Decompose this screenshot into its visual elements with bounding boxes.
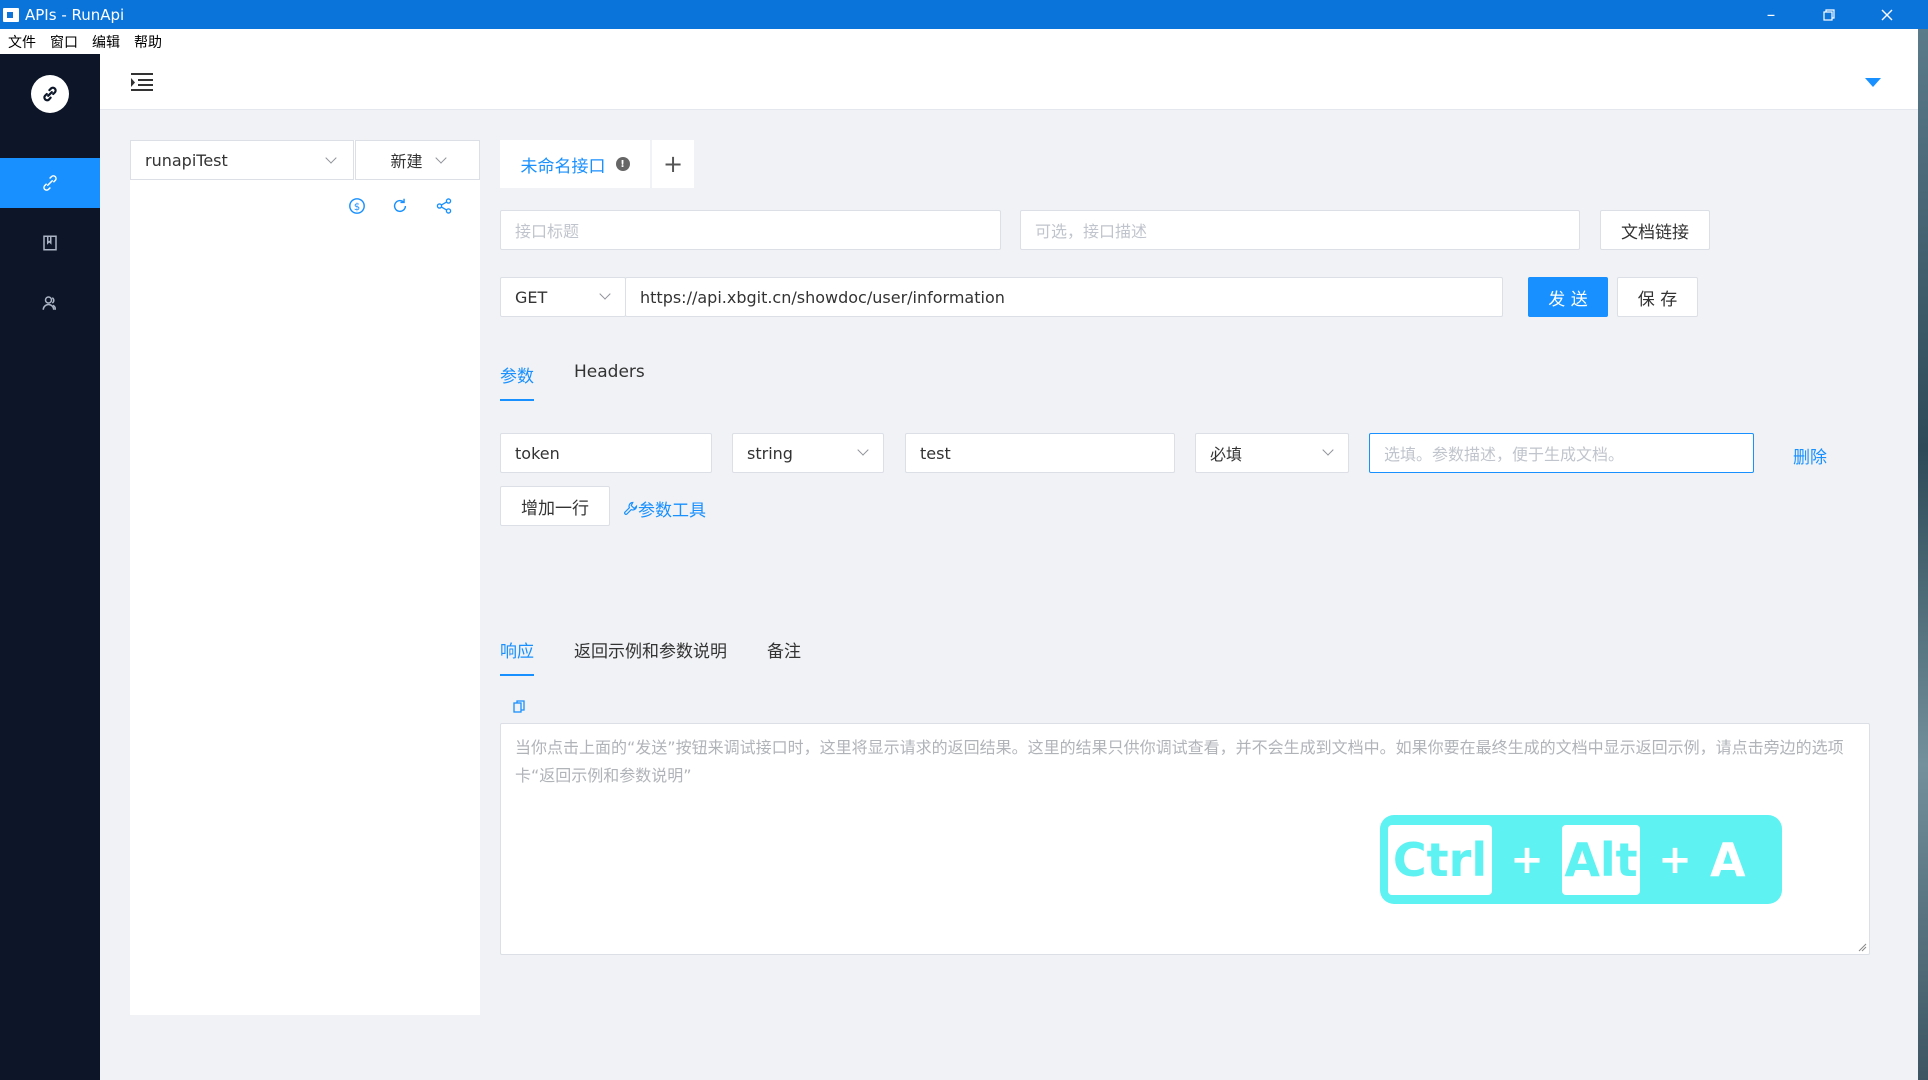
tab-unnamed-api[interactable]: 未命名接口 ! <box>500 140 650 188</box>
header-bar <box>100 54 1918 110</box>
copy-icon[interactable] <box>513 698 525 717</box>
share-icon[interactable] <box>434 196 454 216</box>
tab-response[interactable]: 响应 <box>500 637 534 676</box>
info-icon: ! <box>615 157 630 171</box>
project-panel: runapiTest 新建 $ <box>130 140 480 1015</box>
chevron-down-icon <box>857 444 869 456</box>
param-value-input[interactable]: test <box>905 433 1175 473</box>
project-select[interactable]: runapiTest <box>130 140 354 180</box>
desktop-edge <box>1918 29 1928 1080</box>
restore-icon <box>1823 8 1835 21</box>
url-input[interactable]: https://api.xbgit.cn/showdoc/user/inform… <box>625 277 1503 317</box>
book-icon <box>43 235 57 251</box>
title-bar: APIs - RunApi – <box>0 0 1928 29</box>
refresh-icon[interactable] <box>390 196 410 216</box>
logo-link-icon[interactable] <box>31 75 69 113</box>
restore-button[interactable] <box>1800 0 1858 29</box>
nav-item-docs[interactable] <box>0 218 100 268</box>
chevron-down-icon <box>434 152 447 164</box>
link-icon <box>43 175 57 191</box>
add-tab-button[interactable]: + <box>652 140 694 188</box>
param-tool-label: 参数工具 <box>638 501 706 521</box>
new-button-label: 新建 <box>390 152 423 171</box>
users-icon <box>42 296 57 310</box>
shortcut-overlay: Ctrl + Alt + A <box>1380 815 1782 904</box>
add-row-button[interactable]: 增加一行 <box>500 486 610 526</box>
method-select[interactable]: GET <box>500 277 626 317</box>
key-plus: + <box>1658 836 1692 883</box>
api-tabbar: 未命名接口 ! + <box>500 140 694 188</box>
param-name-input[interactable]: token <box>500 433 712 473</box>
param-required-value: 必填 <box>1210 445 1243 464</box>
tab-params[interactable]: 参数 <box>500 362 534 401</box>
close-icon <box>1881 9 1893 20</box>
nav-item-team[interactable] <box>0 278 100 328</box>
request-tabs: 参数 Headers <box>500 362 685 401</box>
menu-edit[interactable]: 编辑 <box>92 32 120 52</box>
key-a: A <box>1710 832 1746 887</box>
chevron-down-icon <box>325 152 337 164</box>
chevron-down-icon <box>1322 444 1334 456</box>
chevron-down-icon <box>599 288 611 300</box>
menu-bar: 文件 窗口 编辑 帮助 <box>0 29 1928 54</box>
param-tool-link[interactable]: 参数工具 <box>623 496 706 521</box>
resize-grip-icon <box>1858 943 1867 952</box>
user-dropdown-icon[interactable] <box>1865 78 1881 87</box>
response-placeholder: 当你点击上面的“发送”按钮来调试接口时，这里将显示请求的返回结果。这里的结果只供… <box>515 738 1844 785</box>
doc-link-button[interactable]: 文档链接 <box>1600 210 1710 250</box>
param-type-select[interactable]: string <box>732 433 884 473</box>
window-title: APIs - RunApi <box>25 5 125 24</box>
method-value: GET <box>515 287 548 307</box>
tab-label: 未命名接口 <box>520 156 606 177</box>
menu-toggle-icon[interactable] <box>130 72 154 96</box>
env-icon[interactable]: $ <box>347 196 367 216</box>
menu-file[interactable]: 文件 <box>8 32 36 52</box>
wrench-icon <box>624 501 638 515</box>
api-description-input[interactable]: 可选，接口描述 <box>1020 210 1580 250</box>
param-type-value: string <box>747 443 793 463</box>
menu-window[interactable]: 窗口 <box>50 32 78 52</box>
delete-param-link[interactable]: 删除 <box>1793 443 1827 468</box>
key-alt: Alt <box>1562 824 1640 895</box>
send-button[interactable]: 发 送 <box>1528 277 1608 317</box>
tab-headers[interactable]: Headers <box>574 362 645 387</box>
close-button[interactable] <box>1858 0 1916 29</box>
key-plus: + <box>1510 836 1544 883</box>
key-ctrl: Ctrl <box>1388 824 1492 895</box>
nav-item-apis[interactable] <box>0 158 100 208</box>
tab-remarks[interactable]: 备注 <box>767 637 801 662</box>
param-required-select[interactable]: 必填 <box>1195 433 1349 473</box>
svg-text:$: $ <box>354 202 360 213</box>
new-button[interactable]: 新建 <box>355 140 480 180</box>
save-button[interactable]: 保 存 <box>1617 277 1698 317</box>
param-description-input[interactable]: 选填。参数描述，便于生成文档。 <box>1369 433 1754 473</box>
minimize-button[interactable]: – <box>1742 0 1800 29</box>
nav-rail <box>0 54 100 1080</box>
api-title-input[interactable]: 接口标题 <box>500 210 1001 250</box>
menu-help[interactable]: 帮助 <box>134 32 162 52</box>
app-icon <box>3 7 19 22</box>
response-tabs: 响应 返回示例和参数说明 备注 <box>500 637 841 676</box>
tab-return-example[interactable]: 返回示例和参数说明 <box>574 637 727 662</box>
project-select-value: runapiTest <box>145 150 228 170</box>
